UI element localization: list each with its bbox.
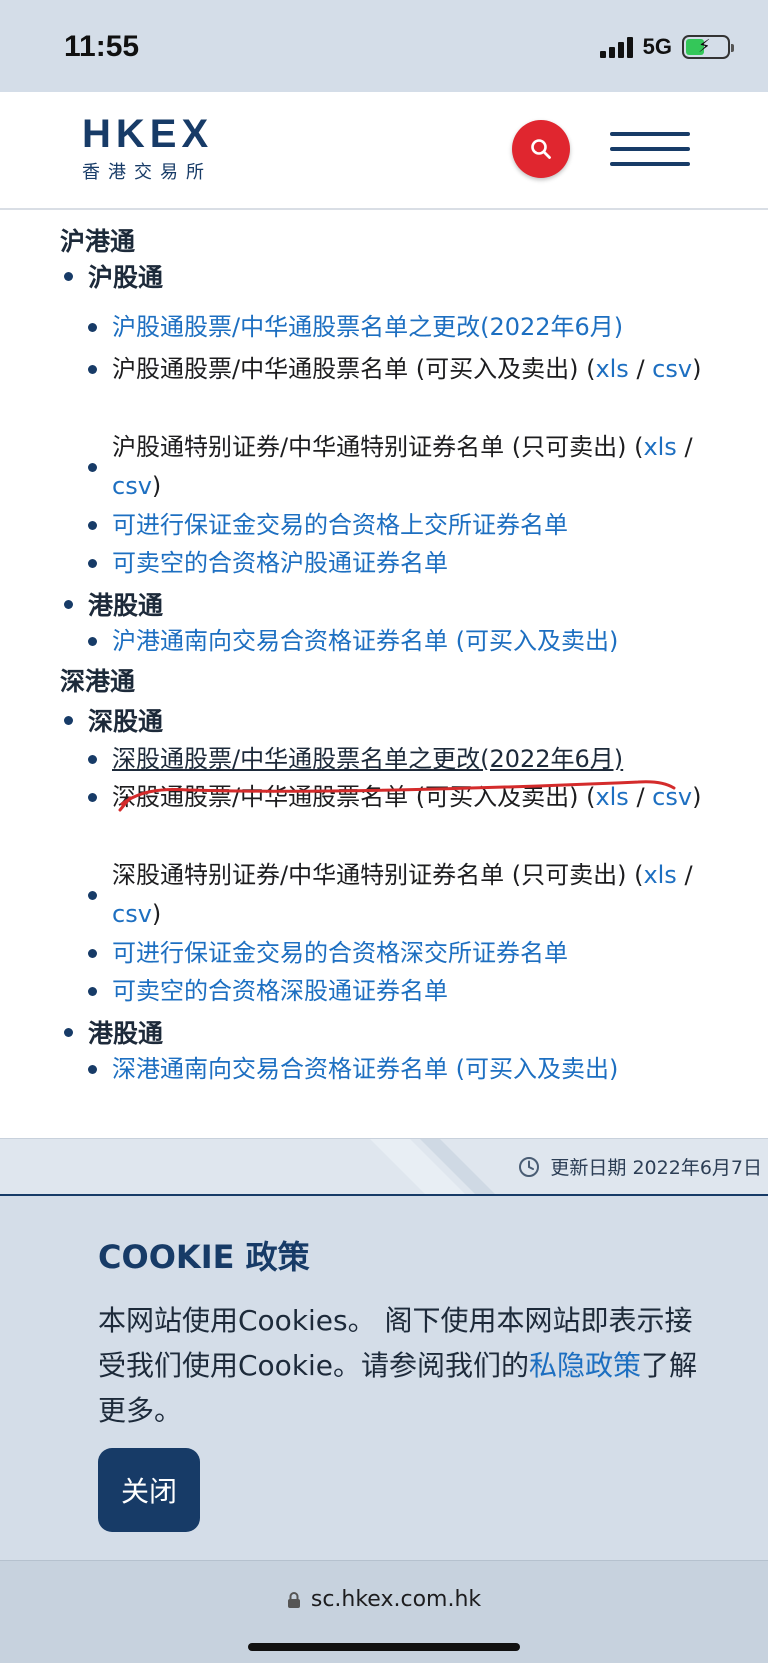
browser-url-bar[interactable]: sc.hkex.com.hk	[0, 1560, 768, 1663]
bullet-icon	[88, 637, 97, 646]
menu-line-icon	[610, 132, 690, 136]
cookie-body: 本网站使用Cookies。 阁下使用本网站即表示接受我们使用Cookie。请参阅…	[98, 1298, 698, 1433]
main-content: 沪港通 沪股通 沪股通股票/中华通股票名单之更改(2022年6月) 沪股通股票/…	[0, 212, 768, 1137]
status-time: 11:55	[64, 30, 140, 63]
signal-icon	[599, 36, 633, 58]
link-sh-special-csv[interactable]: csv	[112, 472, 152, 500]
clock-icon	[519, 1156, 540, 1177]
link-sh-list-changes[interactable]: 沪股通股票/中华通股票名单之更改(2022年6月)	[112, 313, 623, 341]
section-title-sh: 沪港通	[60, 227, 136, 256]
link-sh-stock-csv[interactable]: csv	[652, 355, 692, 383]
bullet-icon	[88, 559, 97, 568]
bullet-icon	[64, 715, 73, 725]
update-bar: 更新日期 2022年6月7日	[0, 1138, 768, 1195]
charging-bolt-icon: ⚡	[698, 36, 711, 57]
bullet-icon	[64, 271, 73, 281]
subsection-sz-north: 深股通	[60, 702, 163, 738]
link-sz-special-csv[interactable]: csv	[112, 900, 152, 928]
subsection-label: 沪股通	[88, 263, 164, 292]
bullet-icon	[88, 521, 97, 530]
bullet-icon	[88, 462, 97, 472]
list-item: 深股通股票/中华通股票名单之更改(2022年6月)	[88, 740, 718, 779]
list-item: 可卖空的合资格深股通证券名单	[88, 972, 718, 1011]
list-item: 深股通特别证券/中华通特别证券名单 (只可卖出) (xls / csv)	[88, 856, 718, 934]
link-sz-southbound-list[interactable]: 深港通南向交易合资格证券名单 (可买入及卖出)	[112, 1055, 618, 1083]
link-sz-stock-csv[interactable]: csv	[652, 783, 692, 811]
item-text-sh-stock-list: 沪股通股票/中华通股票名单 (可买入及卖出) (	[112, 355, 596, 383]
battery-icon: ⚡	[682, 35, 734, 59]
status-indicators: 5G ⚡	[599, 34, 734, 60]
subsection-sh-north: 沪股通	[60, 258, 163, 294]
link-sh-southbound-list[interactable]: 沪港通南向交易合资格证券名单 (可买入及卖出)	[112, 627, 618, 655]
link-sh-stock-xls[interactable]: xls	[595, 355, 628, 383]
list-item: 深港通南向交易合资格证券名单 (可买入及卖出)	[88, 1050, 718, 1089]
link-sz-margin-list[interactable]: 可进行保证金交易的合资格深交所证券名单	[112, 939, 568, 967]
logo-main-text: HKEX	[82, 112, 214, 156]
bullet-icon	[88, 793, 97, 802]
bullet-icon	[64, 1027, 73, 1037]
list-item: 可进行保证金交易的合资格深交所证券名单	[88, 934, 718, 973]
home-indicator[interactable]	[248, 1643, 520, 1651]
link-sh-special-xls[interactable]: xls	[643, 433, 676, 461]
item-text-sh-special-list: 沪股通特别证券/中华通特别证券名单 (只可卖出) (	[112, 433, 644, 461]
menu-line-icon	[610, 162, 690, 166]
item-text-sz-special-list: 深股通特别证券/中华通特别证券名单 (只可卖出) (	[112, 861, 644, 889]
link-sz-shortsell-list[interactable]: 可卖空的合资格深股通证券名单	[112, 977, 448, 1005]
section-title-sz: 深港通	[60, 667, 136, 696]
link-sz-special-xls[interactable]: xls	[643, 861, 676, 889]
search-icon	[531, 139, 551, 159]
list-item: 沪港通南向交易合资格证券名单 (可买入及卖出)	[88, 622, 718, 661]
cookie-title: COOKIE 政策	[98, 1238, 310, 1276]
bullet-icon	[88, 1065, 97, 1074]
network-label: 5G	[642, 34, 672, 59]
logo-sub-text: 香港交易所	[82, 162, 212, 183]
hamburger-menu-button[interactable]	[610, 132, 690, 166]
search-button[interactable]	[512, 120, 570, 178]
url-display[interactable]: sc.hkex.com.hk	[0, 1587, 768, 1612]
list-item: 可进行保证金交易的合资格上交所证券名单	[88, 506, 718, 545]
lock-icon	[287, 1591, 300, 1608]
list-item: 沪股通股票/中华通股票名单之更改(2022年6月)	[88, 308, 718, 347]
link-sz-stock-xls[interactable]: xls	[595, 783, 628, 811]
subsection-sh-south: 港股通	[60, 586, 163, 622]
link-sz-list-changes[interactable]: 深股通股票/中华通股票名单之更改(2022年6月)	[112, 745, 623, 773]
status-bar: 11:55 5G ⚡	[0, 0, 768, 92]
item-text-sz-stock-list: 深股通股票/中华通股票名单 (可买入及卖出) (	[112, 783, 596, 811]
menu-line-icon	[610, 147, 690, 151]
cookie-close-button[interactable]: 关闭	[98, 1448, 200, 1532]
bullet-icon	[88, 755, 97, 764]
cookie-banner: COOKIE 政策 本网站使用Cookies。 阁下使用本网站即表示接受我们使用…	[0, 1194, 768, 1560]
list-item: 深股通股票/中华通股票名单 (可买入及卖出) (xls / csv)	[88, 778, 718, 817]
subsection-label: 港股通	[88, 1019, 164, 1048]
subsection-label: 深股通	[88, 707, 164, 736]
subsection-sz-south: 港股通	[60, 1014, 163, 1050]
bullet-icon	[88, 890, 97, 900]
list-item: 可卖空的合资格沪股通证券名单	[88, 544, 718, 583]
url-text: sc.hkex.com.hk	[310, 1587, 482, 1612]
list-item: 沪股通特别证券/中华通特别证券名单 (只可卖出) (xls / csv)	[88, 428, 718, 506]
bullet-icon	[88, 949, 97, 958]
bullet-icon	[88, 987, 97, 996]
bullet-icon	[88, 323, 97, 332]
list-item: 沪股通股票/中华通股票名单 (可买入及卖出) (xls / csv)	[88, 350, 718, 389]
hkex-logo[interactable]: HKEX 香港交易所	[82, 112, 213, 184]
link-sh-shortsell-list[interactable]: 可卖空的合资格沪股通证券名单	[112, 549, 448, 577]
decorative-stripes	[370, 1139, 496, 1195]
bullet-icon	[64, 599, 73, 609]
bullet-icon	[88, 365, 97, 374]
update-date: 更新日期 2022年6月7日	[518, 1153, 762, 1180]
subsection-label: 港股通	[88, 591, 164, 620]
link-sh-margin-list[interactable]: 可进行保证金交易的合资格上交所证券名单	[112, 511, 568, 539]
update-date-text: 更新日期 2022年6月7日	[550, 1157, 762, 1179]
privacy-policy-link[interactable]: 私隐政策	[529, 1349, 641, 1382]
site-header: HKEX 香港交易所	[0, 92, 768, 210]
